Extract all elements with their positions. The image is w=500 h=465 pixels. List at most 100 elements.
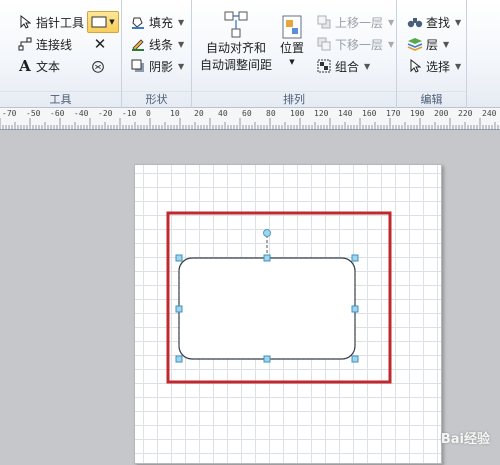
text-tool-label: 文本: [36, 59, 61, 74]
resize-handle-bottom[interactable]: [263, 355, 271, 363]
ribbon: 指针工具 连接线 A 文本 ▼ ✕ 工具 填充 ▼ 线条 ▼ 阴影 ▼ 形状 自…: [0, 0, 500, 108]
chevron-down-icon: ▼: [109, 18, 115, 26]
chevron-down-icon: ▼: [455, 17, 462, 27]
ruler-label: 190: [410, 109, 425, 118]
layers-button[interactable]: 层 ▼: [407, 34, 449, 54]
drawing-canvas[interactable]: Bai经验: [0, 131, 500, 464]
ruler-label: 140: [338, 109, 353, 118]
resize-handle-top[interactable]: [263, 254, 271, 262]
pointer-icon: [407, 58, 423, 74]
resize-handle-top-right[interactable]: [351, 254, 359, 262]
ruler-label: 220: [458, 109, 473, 118]
ruler-label: 240: [482, 109, 497, 118]
ruler-label: 100: [290, 109, 305, 118]
fill-button[interactable]: 填充 ▼: [130, 12, 184, 32]
auto-align-label: 自动对齐和 自动调整间距: [199, 41, 272, 72]
horizontal-ruler[interactable]: -70 -50 -60 -40 -20 -10 0 10 20 40 60 80 100 120 140 16…: [0, 108, 500, 130]
ruler-label: 80: [266, 109, 276, 118]
ruler-label: -70: [2, 109, 17, 118]
chevron-down-icon: ▼: [388, 17, 395, 27]
chevron-down-icon: ▼: [455, 61, 462, 71]
arrange-group-label: 排列: [192, 91, 396, 106]
ruler-label: -10: [122, 109, 137, 118]
ruler-label: 10: [170, 109, 180, 118]
resize-handle-top-left[interactable]: [175, 254, 183, 262]
fill-label: 填充: [149, 15, 174, 30]
chevron-down-icon: ▼: [364, 61, 371, 71]
text-icon: A: [19, 57, 31, 75]
ruler-label: 40: [218, 109, 228, 118]
send-backward-label: 下移一层: [335, 37, 384, 52]
line-button[interactable]: 线条 ▼: [130, 34, 184, 54]
bring-forward-icon: [316, 14, 332, 30]
rectangle-icon: [91, 14, 107, 30]
auto-align-button[interactable]: 自动对齐和 自动调整间距: [196, 10, 276, 74]
ruler-label: 170: [386, 109, 401, 118]
ruler-label: -60: [50, 109, 65, 118]
pointer-tool-label: 指针工具: [36, 15, 85, 30]
tools-group: 指针工具 连接线 A 文本 ▼ ✕ 工具: [0, 0, 122, 108]
send-backward-icon: [316, 36, 332, 52]
send-backward-button[interactable]: 下移一层 ▼: [316, 34, 394, 54]
ruler-label: -20: [98, 109, 113, 118]
pointer-icon: [17, 14, 33, 30]
auto-align-icon: [223, 10, 249, 40]
shadow-label: 阴影: [149, 59, 174, 74]
edit-group-label: 编辑: [397, 91, 466, 106]
page-shapes: [166, 211, 392, 384]
group-button[interactable]: 组合 ▼: [316, 56, 370, 76]
rectangle-tool-button[interactable]: ▼: [87, 11, 119, 33]
pen-icon: [130, 36, 146, 52]
shape-group-label: 形状: [122, 91, 191, 106]
group-label: 组合: [335, 59, 360, 74]
binoculars-icon: [407, 14, 423, 30]
rounded-rectangle-shape[interactable]: [178, 257, 356, 360]
connector-icon: [17, 36, 33, 52]
chevron-down-icon: ▼: [388, 39, 395, 49]
position-icon: [281, 14, 303, 40]
shape-group: 填充 ▼ 线条 ▼ 阴影 ▼ 形状: [122, 0, 192, 108]
drawing-page[interactable]: [134, 164, 442, 464]
ruler-label: 160: [362, 109, 377, 118]
chevron-down-icon: ▼: [178, 39, 185, 49]
shadow-icon: [130, 58, 146, 74]
find-button[interactable]: 查找 ▼: [407, 12, 461, 32]
position-label: 位置: [279, 41, 304, 55]
chevron-down-icon: ▼: [178, 17, 185, 27]
rotation-handle[interactable]: [263, 229, 271, 237]
layers-icon: [407, 36, 423, 52]
chevron-down-icon: ▼: [289, 58, 295, 66]
select-button[interactable]: 选择 ▼: [407, 56, 461, 76]
resize-handle-right[interactable]: [351, 305, 359, 313]
close-icon[interactable]: ✕: [92, 35, 108, 53]
text-tool-button[interactable]: A 文本: [17, 56, 60, 76]
ruler-label: 120: [314, 109, 329, 118]
resize-handle-bottom-right[interactable]: [351, 355, 359, 363]
ruler-label: 0: [146, 109, 151, 118]
connector-tool-button[interactable]: 连接线: [17, 34, 72, 54]
ruler-label: -50: [26, 109, 41, 118]
group-icon: [316, 58, 332, 74]
ruler-label: 60: [242, 109, 252, 118]
ruler-label: 20: [194, 109, 204, 118]
arrange-group: 自动对齐和 自动调整间距 位置 ▼ 上移一层 ▼ 下移一层 ▼ 组合 ▼ 排列: [192, 0, 397, 108]
layers-label: 层: [426, 37, 439, 52]
shadow-button[interactable]: 阴影 ▼: [130, 56, 184, 76]
resize-handle-bottom-left[interactable]: [175, 355, 183, 363]
ruler-label: -40: [74, 109, 89, 118]
watermark: Bai经验: [440, 432, 490, 447]
position-button[interactable]: 位置 ▼: [276, 14, 308, 67]
edit-group: 查找 ▼ 层 ▼ 选择 ▼ 编辑: [397, 0, 467, 108]
select-label: 选择: [426, 59, 451, 74]
pointer-tool-button[interactable]: 指针工具: [17, 12, 84, 32]
chevron-down-icon: ▼: [178, 61, 185, 71]
bring-forward-button[interactable]: 上移一层 ▼: [316, 12, 394, 32]
line-label: 线条: [149, 37, 174, 52]
connection-point-icon[interactable]: [90, 58, 106, 74]
ruler-label: 200: [434, 109, 449, 118]
chevron-down-icon: ▼: [443, 39, 450, 49]
connector-tool-label: 连接线: [36, 37, 73, 52]
fill-bucket-icon: [130, 14, 146, 30]
bring-forward-label: 上移一层: [335, 15, 384, 30]
resize-handle-left[interactable]: [175, 305, 183, 313]
